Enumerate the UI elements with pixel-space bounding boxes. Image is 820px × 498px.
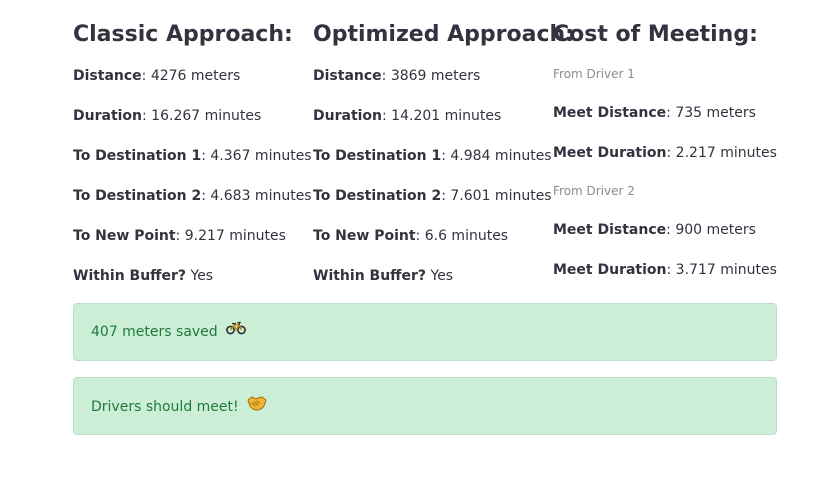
cost-title: Cost of Meeting:: [553, 22, 758, 47]
optimized-distance-row: Distance: 3869 meters: [313, 68, 481, 84]
comparison-columns: Classic Approach: Distance: 4276 meters …: [73, 18, 777, 298]
classic-new-point-row: To New Point: 9.217 minutes: [73, 228, 286, 244]
handshake-icon: [247, 395, 267, 417]
classic-duration-row: Duration: 16.267 minutes: [73, 108, 262, 124]
optimized-title: Optimized Approach:: [313, 22, 574, 47]
driver2-meet-duration-row: Meet Duration: 3.717 minutes: [553, 262, 777, 278]
driver1-caption: From Driver 1: [553, 67, 635, 81]
optimized-dest2-row: To Destination 2: 7.601 minutes: [313, 188, 552, 204]
bicycle-icon: [226, 321, 247, 341]
optimized-dest1-row: To Destination 1: 4.984 minutes: [313, 148, 552, 164]
optimized-buffer-row: Within Buffer? Yes: [313, 268, 454, 284]
driver2-meet-distance-row: Meet Distance: 900 meters: [553, 222, 756, 238]
classic-dest2-row: To Destination 2: 4.683 minutes: [73, 188, 312, 204]
driver1-meet-distance-row: Meet Distance: 735 meters: [553, 105, 756, 121]
drivers-meet-alert: Drivers should meet!: [73, 377, 777, 435]
classic-buffer-row: Within Buffer? Yes: [73, 268, 214, 284]
meters-saved-text-wrap: 407 meters saved: [91, 321, 247, 342]
classic-title: Classic Approach:: [73, 22, 293, 47]
optimized-new-point-row: To New Point: 6.6 minutes: [313, 228, 509, 244]
classic-dest1-row: To Destination 1: 4.367 minutes: [73, 148, 312, 164]
optimized-duration-row: Duration: 14.201 minutes: [313, 108, 502, 124]
meters-saved-text: 407 meters saved: [91, 324, 218, 340]
drivers-meet-text: Drivers should meet!: [91, 399, 239, 415]
driver2-caption: From Driver 2: [553, 184, 635, 198]
driver1-meet-duration-row: Meet Duration: 2.217 minutes: [553, 145, 777, 161]
drivers-meet-text-wrap: Drivers should meet!: [91, 396, 267, 418]
meters-saved-alert: 407 meters saved: [73, 303, 777, 361]
classic-distance-row: Distance: 4276 meters: [73, 68, 241, 84]
